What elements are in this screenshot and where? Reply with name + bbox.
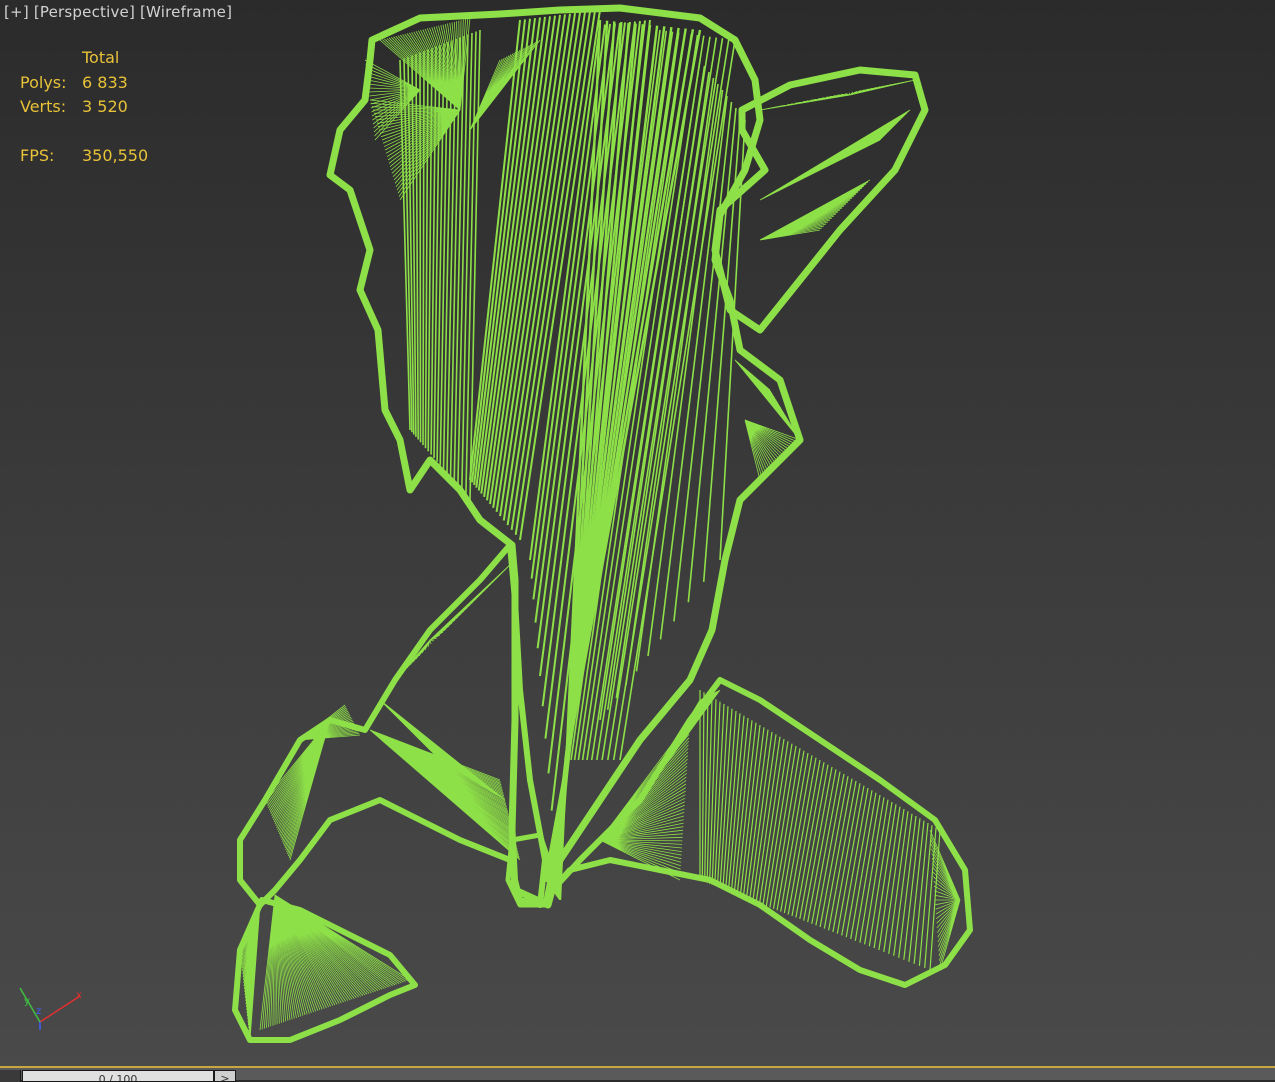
previous-frame-button[interactable] <box>0 1070 21 1082</box>
next-frame-button[interactable]: > <box>214 1070 236 1082</box>
perspective-viewport[interactable]: [+] [Perspective] [Wireframe] Total Poly… <box>0 0 1275 1066</box>
verts-label: Verts: <box>20 97 67 116</box>
wireframe-mesh[interactable] <box>0 0 1275 1066</box>
gizmo-y-label: y <box>24 996 30 1007</box>
fps-value: 350,550 <box>82 146 149 165</box>
viewport-shading-button[interactable]: [Wireframe] <box>140 3 232 21</box>
time-slider-bar: 0 / 100 > <box>0 1066 1275 1082</box>
fps-label: FPS: <box>20 146 55 165</box>
polys-value: 6 833 <box>82 73 128 92</box>
verts-value: 3 520 <box>82 97 128 116</box>
viewport-view-button[interactable]: [Perspective] <box>34 3 135 21</box>
polys-label: Polys: <box>20 73 67 92</box>
axis-gizmo-icon: x y z <box>19 987 82 1030</box>
gizmo-z-label: z <box>36 1006 41 1017</box>
time-slider[interactable]: 0 / 100 <box>22 1070 214 1082</box>
viewport-label: [+] [Perspective] [Wireframe] <box>4 3 232 21</box>
stats-header: Total <box>82 48 120 67</box>
gizmo-x-label: x <box>76 990 82 1001</box>
viewport-menu-button[interactable]: [+] <box>4 3 29 21</box>
